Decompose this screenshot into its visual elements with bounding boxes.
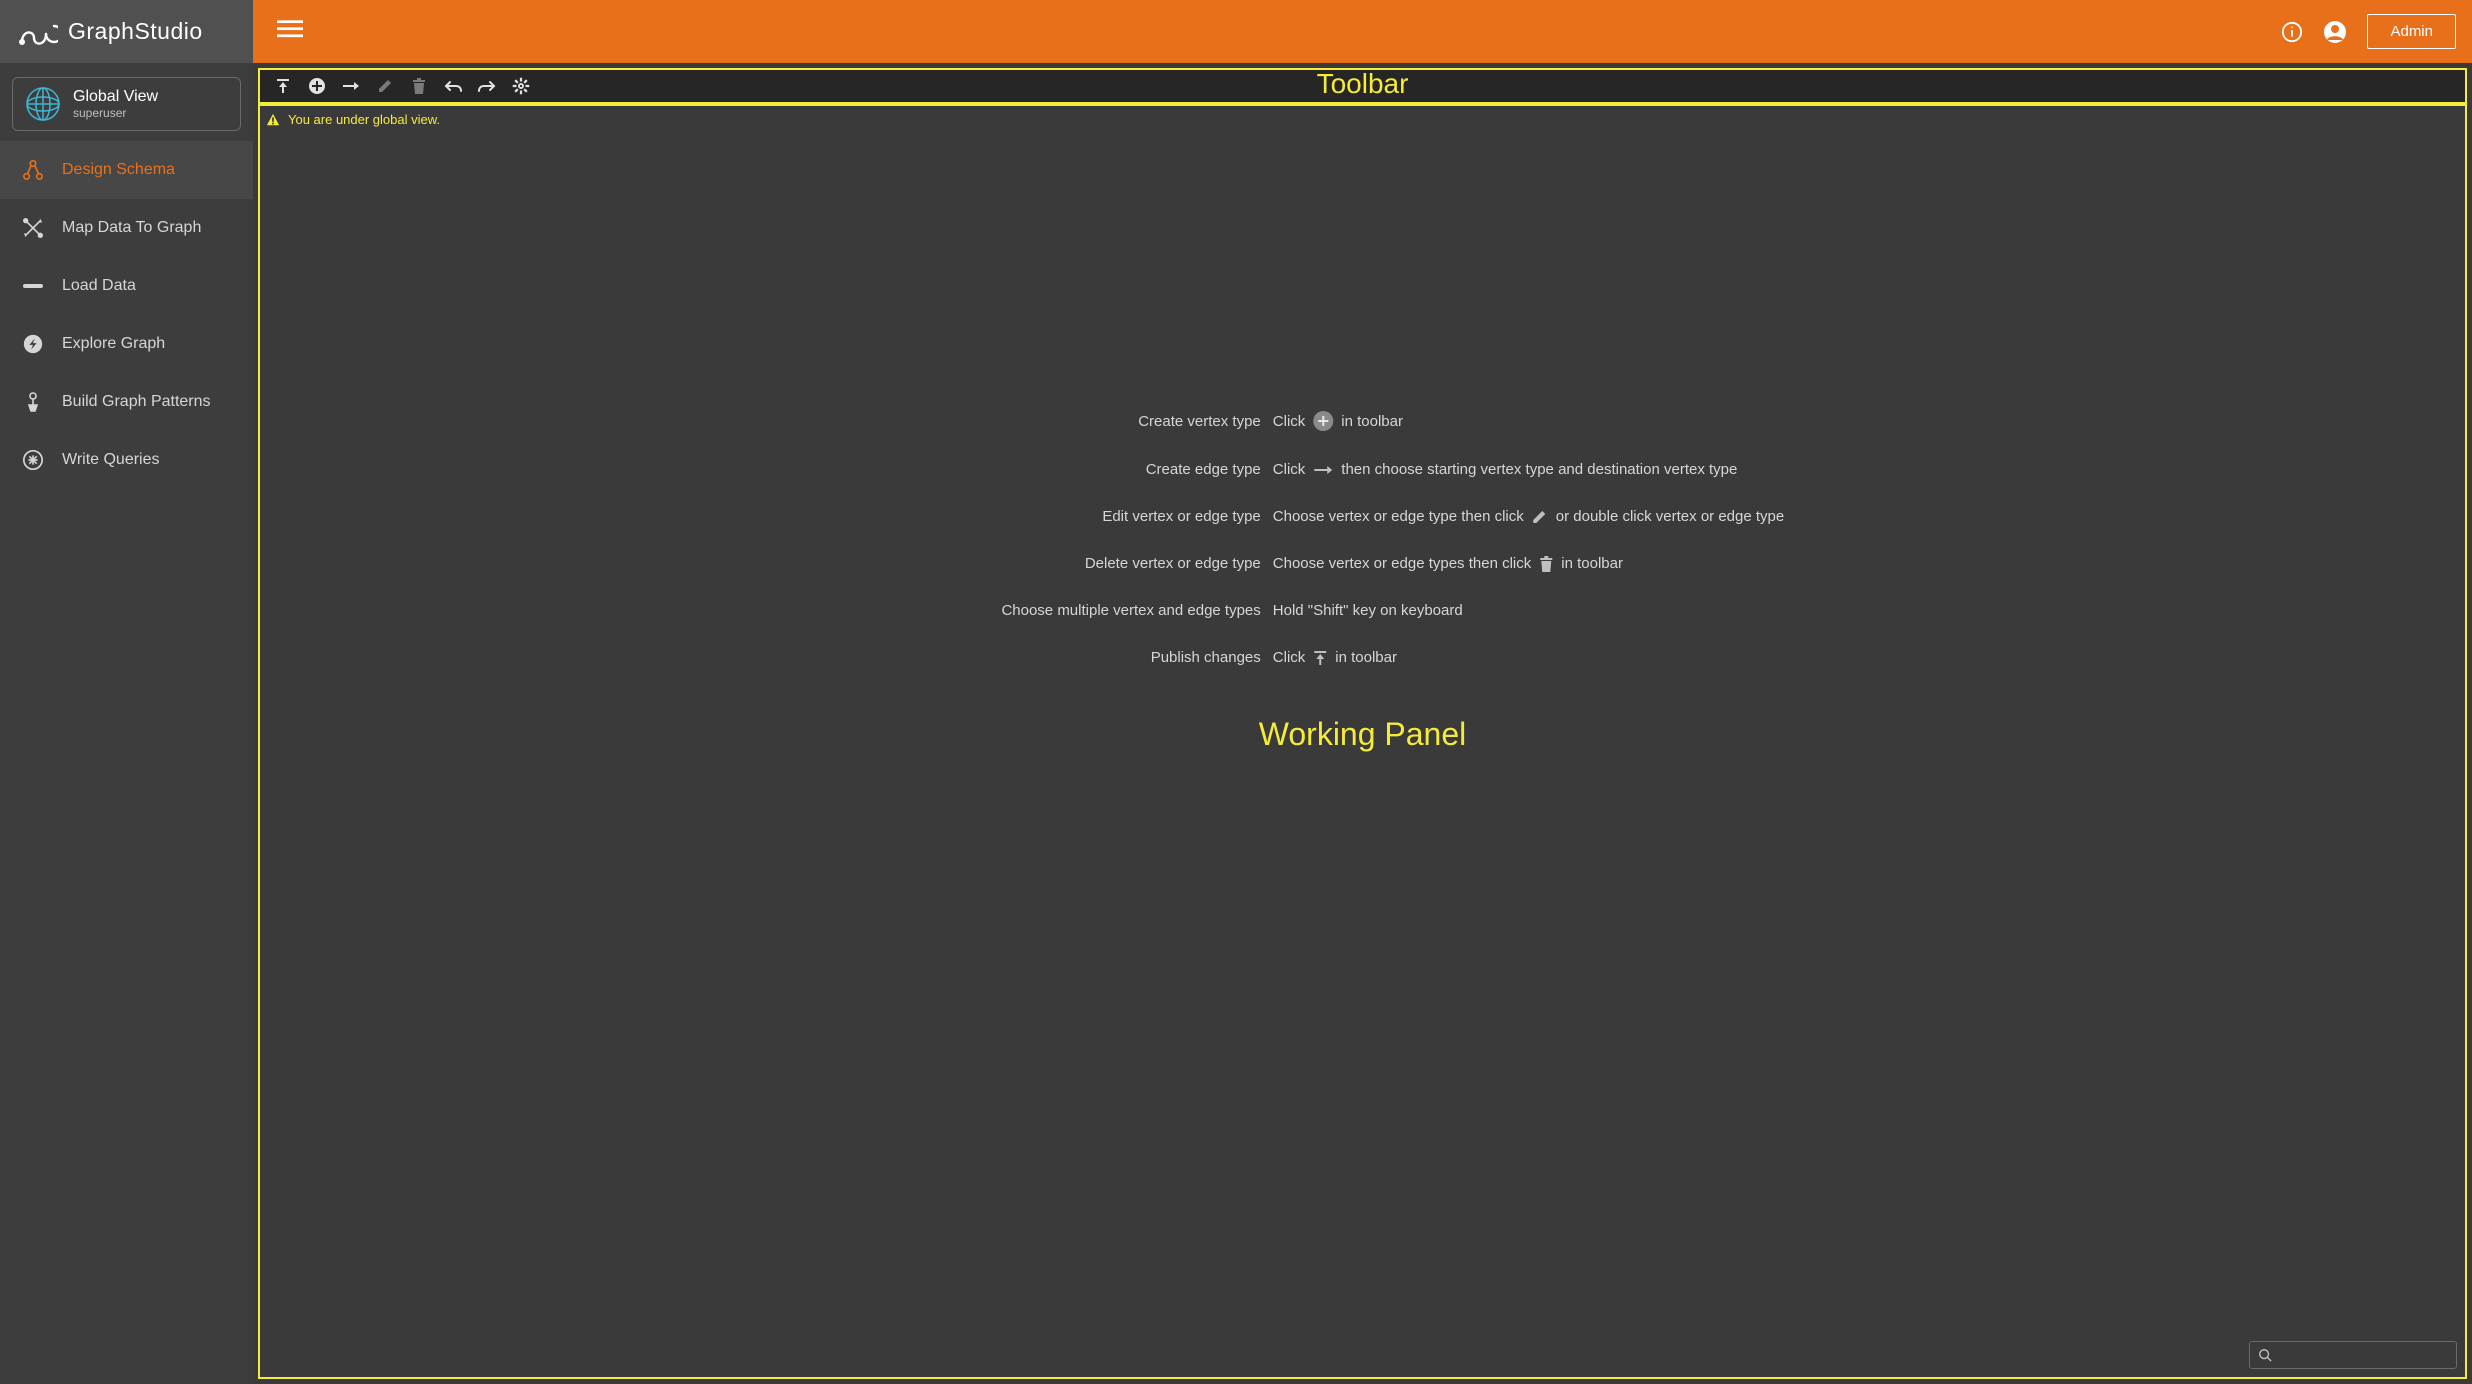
design-schema-icon bbox=[22, 159, 44, 181]
help-post: in toolbar bbox=[1335, 649, 1397, 666]
help-label: Create edge type bbox=[941, 461, 1261, 478]
global-view-selector[interactable]: Global View superuser bbox=[12, 77, 241, 131]
sidebar-item-explore-graph[interactable]: Explore Graph bbox=[0, 315, 253, 373]
working-panel-annotation-label: Working Panel bbox=[1259, 716, 1467, 753]
edit-button[interactable] bbox=[368, 69, 402, 103]
global-view-warning: You are under global view. bbox=[266, 112, 440, 127]
add-edge-button[interactable] bbox=[334, 69, 368, 103]
undo-button[interactable] bbox=[436, 69, 470, 103]
sidebar-item-label: Map Data To Graph bbox=[62, 219, 201, 237]
help-post: or double click vertex or edge type bbox=[1556, 508, 1784, 525]
sidebar-item-map-data[interactable]: Map Data To Graph bbox=[0, 199, 253, 257]
sidebar-item-label: Write Queries bbox=[62, 451, 160, 469]
account-button[interactable] bbox=[2313, 20, 2357, 44]
brand-area: GraphStudio bbox=[0, 0, 253, 63]
help-pre: Choose vertex or edge type then click bbox=[1273, 508, 1524, 525]
explore-graph-icon bbox=[22, 333, 44, 355]
arrow-right-icon bbox=[1313, 464, 1333, 476]
help-post: then choose starting vertex type and des… bbox=[1341, 461, 1737, 478]
logo: GraphStudio bbox=[18, 16, 203, 48]
redo-icon bbox=[478, 79, 496, 93]
account-icon bbox=[2323, 20, 2347, 44]
pencil-icon bbox=[1532, 509, 1548, 525]
arrow-right-icon bbox=[342, 80, 360, 92]
help-post: in toolbar bbox=[1561, 555, 1623, 572]
help-label: Delete vertex or edge type bbox=[941, 555, 1261, 572]
sidebar-item-build-patterns[interactable]: Build Graph Patterns bbox=[0, 373, 253, 431]
global-view-title: Global View bbox=[73, 88, 158, 106]
write-queries-icon bbox=[22, 449, 44, 471]
sidebar-item-label: Build Graph Patterns bbox=[62, 393, 211, 411]
sidebar-item-label: Load Data bbox=[62, 277, 136, 295]
pencil-icon bbox=[377, 78, 393, 94]
help-label: Create vertex type bbox=[941, 413, 1261, 430]
global-view-subtitle: superuser bbox=[73, 106, 158, 120]
help-row-multiselect: Choose multiple vertex and edge types Ho… bbox=[941, 602, 1784, 619]
redo-button[interactable] bbox=[470, 69, 504, 103]
help-pre: Click bbox=[1273, 649, 1306, 666]
help-row-publish: Publish changes Click in toolbar bbox=[941, 649, 1784, 666]
brand-text-2: Studio bbox=[134, 18, 202, 44]
trash-icon bbox=[1539, 556, 1553, 572]
logo-icon bbox=[18, 16, 58, 48]
trash-icon bbox=[412, 78, 426, 94]
gear-icon bbox=[512, 77, 530, 95]
help-pre: Hold "Shift" key on keyboard bbox=[1273, 602, 1463, 619]
help-hints: Create vertex type Click in toolbar Crea… bbox=[941, 411, 1784, 666]
help-label: Edit vertex or edge type bbox=[941, 508, 1261, 525]
sidebar-item-label: Design Schema bbox=[62, 161, 175, 179]
hamburger-icon bbox=[277, 16, 303, 42]
sidebar-item-write-queries[interactable]: Write Queries bbox=[0, 431, 253, 489]
help-row-delete-type: Delete vertex or edge type Choose vertex… bbox=[941, 555, 1784, 572]
sidebar-item-design-schema[interactable]: Design Schema bbox=[0, 141, 253, 199]
delete-button[interactable] bbox=[402, 69, 436, 103]
add-vertex-button[interactable] bbox=[300, 69, 334, 103]
plus-circle-icon bbox=[1313, 411, 1333, 431]
menu-toggle-button[interactable] bbox=[269, 8, 311, 55]
help-pre: Click bbox=[1273, 461, 1306, 478]
toolbar-annotation-label: Toolbar bbox=[1317, 68, 1409, 100]
map-data-icon bbox=[22, 217, 44, 239]
info-button[interactable] bbox=[2271, 21, 2313, 43]
help-pre: Choose vertex or edge types then click bbox=[1273, 555, 1531, 572]
help-label: Choose multiple vertex and edge types bbox=[941, 602, 1261, 619]
sidebar-item-load-data[interactable]: Load Data bbox=[0, 257, 253, 315]
undo-icon bbox=[444, 79, 462, 93]
admin-button[interactable]: Admin bbox=[2367, 14, 2456, 49]
sidebar: Global View superuser Design Schema Map … bbox=[0, 63, 253, 1384]
load-data-icon bbox=[22, 275, 44, 297]
build-patterns-icon bbox=[22, 391, 44, 413]
help-row-edit-type: Edit vertex or edge type Choose vertex o… bbox=[941, 508, 1784, 525]
working-panel: You are under global view. Working Panel… bbox=[258, 104, 2467, 1379]
brand-text-1: Graph bbox=[68, 18, 134, 44]
help-pre: Click bbox=[1273, 413, 1306, 430]
publish-button[interactable] bbox=[266, 69, 300, 103]
info-icon bbox=[2281, 21, 2303, 43]
help-label: Publish changes bbox=[941, 649, 1261, 666]
search-icon bbox=[2258, 1348, 2272, 1362]
warning-text: You are under global view. bbox=[288, 112, 440, 127]
publish-icon bbox=[275, 78, 291, 94]
sidebar-item-label: Explore Graph bbox=[62, 335, 165, 353]
globe-icon bbox=[25, 86, 61, 122]
help-row-create-vertex: Create vertex type Click in toolbar bbox=[941, 411, 1784, 431]
settings-button[interactable] bbox=[504, 69, 538, 103]
publish-icon bbox=[1313, 650, 1327, 666]
help-post: in toolbar bbox=[1341, 413, 1403, 430]
warning-icon bbox=[266, 113, 280, 127]
toolbar: Toolbar bbox=[258, 68, 2467, 104]
help-row-create-edge: Create edge type Click then choose start… bbox=[941, 461, 1784, 478]
search-input[interactable] bbox=[2249, 1341, 2457, 1369]
plus-circle-icon bbox=[308, 77, 326, 95]
